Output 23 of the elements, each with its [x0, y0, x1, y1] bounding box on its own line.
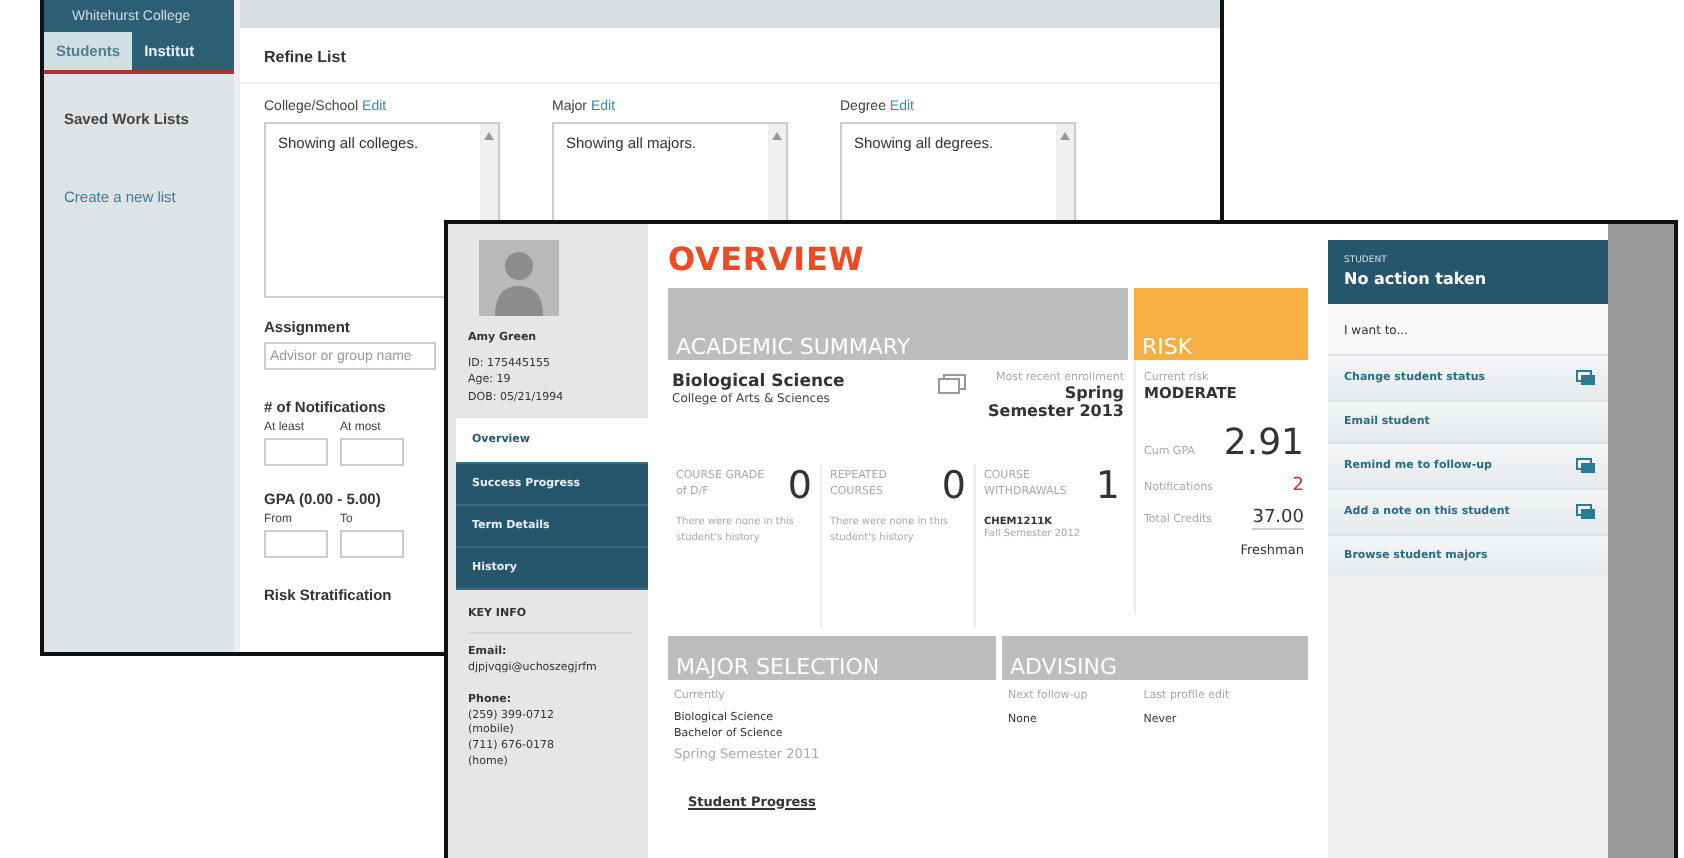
number-field[interactable]: [264, 530, 328, 558]
popup-icon[interactable]: [1576, 458, 1596, 474]
scroll-up-icon[interactable]: [484, 132, 494, 140]
popup-icon[interactable]: [1576, 504, 1596, 520]
stat-value: 0: [787, 464, 812, 508]
gpa-value: 2.91: [1223, 422, 1304, 464]
section-header: ACADEMIC SUMMARY: [668, 288, 1128, 360]
section-header: ADVISING: [1002, 636, 1308, 680]
stat-value: 0: [941, 464, 966, 508]
stat-value: 1: [1095, 464, 1120, 508]
section-header: MAJOR SELECTION: [668, 636, 996, 680]
notification-count: 2: [1292, 476, 1304, 496]
popup-icon[interactable]: [1576, 370, 1596, 386]
number-field[interactable]: [340, 530, 404, 558]
major-name: Biological Science: [672, 372, 847, 392]
enrollment-term: Spring Semester 2013: [986, 384, 1124, 420]
section-header: RISK: [1134, 288, 1308, 360]
number-field[interactable]: [340, 438, 404, 466]
credits-value: 37.00: [1252, 508, 1304, 530]
scroll-up-icon[interactable]: [772, 132, 782, 140]
number-field[interactable]: [264, 438, 328, 466]
scroll-up-icon[interactable]: [1060, 132, 1070, 140]
panel-title: Refine List: [240, 28, 1220, 84]
